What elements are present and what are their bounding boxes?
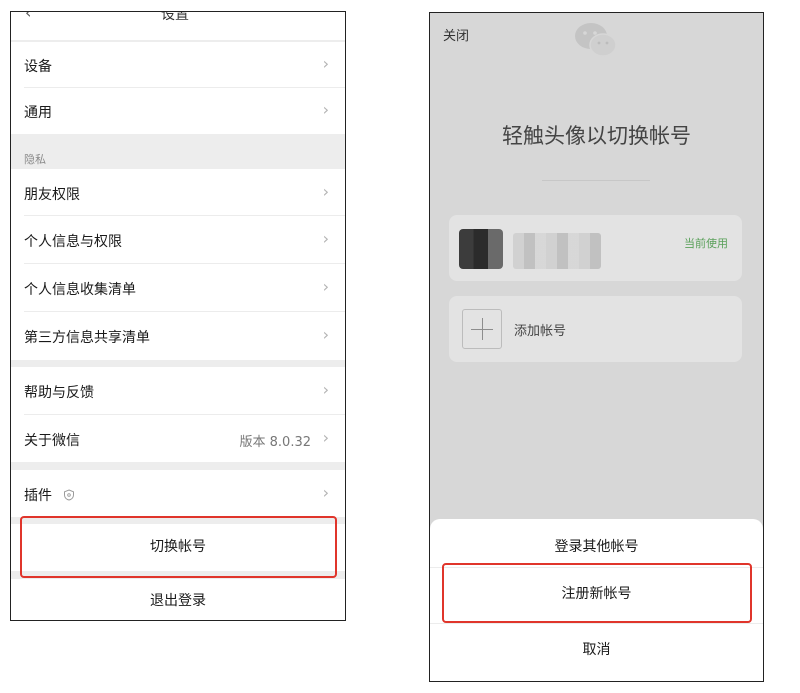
action-sheet: 登录其他帐号 注册新帐号 取消: [430, 519, 763, 681]
close-button[interactable]: 关闭: [443, 25, 469, 44]
version-text: 版本 8.0.32: [239, 435, 311, 450]
chevron-right-icon: ›: [322, 182, 329, 201]
logout-button[interactable]: 退出登录: [11, 579, 345, 620]
highlight-box: [20, 516, 337, 578]
menu-item-label: 朋友权限: [24, 187, 80, 203]
menu-item-label: 帮助与反馈: [24, 385, 94, 401]
chevron-right-icon: ›: [322, 100, 329, 119]
page-title: 轻触头像以切换帐号: [502, 124, 691, 148]
chevron-right-icon: ›: [322, 380, 329, 399]
chevron-right-icon: ›: [322, 229, 329, 248]
menu-item-label: 个人信息收集清单: [24, 282, 136, 298]
plus-icon: [462, 309, 502, 349]
menu-item-about[interactable]: 关于微信 版本 8.0.32 ›: [11, 415, 345, 462]
wechat-logo-icon: [575, 23, 617, 57]
menu-item-personal-info-collection[interactable]: 个人信息收集清单 ›: [11, 264, 345, 312]
menu-item-label: 设备: [24, 59, 52, 75]
cancel-button[interactable]: 取消: [430, 635, 763, 665]
menu-item-label: 关于微信: [24, 433, 80, 449]
current-use-badge: 当前使用: [684, 237, 728, 250]
menu-item-devices[interactable]: 设备 ›: [11, 42, 345, 88]
highlight-box: [442, 563, 752, 623]
menu-item-plugins[interactable]: 插件 ›: [11, 470, 345, 517]
chevron-right-icon: ›: [322, 54, 329, 73]
nav-bar: ‹ 设置: [11, 12, 345, 40]
add-account-label: 添加帐号: [514, 324, 567, 339]
menu-item-third-party-sharing[interactable]: 第三方信息共享清单 ›: [11, 312, 345, 360]
login-other-account-button[interactable]: 登录其他帐号: [430, 535, 763, 559]
chevron-right-icon: ›: [322, 277, 329, 296]
account-card-current[interactable]: 当前使用: [449, 215, 742, 281]
menu-item-help-feedback[interactable]: 帮助与反馈 ›: [11, 367, 345, 415]
settings-screen: ‹ 设置 设备 › 通用 › 隐私 朋友权限 › 个人信息与权限 › 个人信息收…: [10, 11, 346, 621]
shield-icon: [64, 489, 74, 501]
chevron-right-icon: ›: [322, 428, 329, 447]
menu-item-label: 通用: [24, 105, 52, 121]
divider: [430, 623, 763, 624]
chevron-right-icon: ›: [322, 325, 329, 344]
menu-item-label: 第三方信息共享清单: [24, 330, 150, 346]
account-name-blurred: [513, 233, 601, 269]
divider: [542, 180, 650, 181]
menu-item-friend-permissions[interactable]: 朋友权限 ›: [11, 169, 345, 216]
menu-item-general[interactable]: 通用 ›: [11, 88, 345, 134]
menu-item-label: 个人信息与权限: [24, 234, 122, 250]
avatar[interactable]: [459, 229, 503, 269]
switch-account-screen: 关闭 轻触头像以切换帐号 当前使用 添加帐号 登录其他帐号 注册新帐号 取消: [429, 12, 764, 682]
page-title: 设置: [161, 11, 189, 23]
section-header-privacy: 隐私: [24, 153, 46, 166]
menu-item-label: 插件: [24, 488, 52, 504]
back-icon[interactable]: ‹: [25, 12, 31, 22]
chevron-right-icon: ›: [322, 483, 329, 502]
menu-item-personal-info-permissions[interactable]: 个人信息与权限 ›: [11, 216, 345, 264]
add-account-card[interactable]: 添加帐号: [449, 296, 742, 362]
